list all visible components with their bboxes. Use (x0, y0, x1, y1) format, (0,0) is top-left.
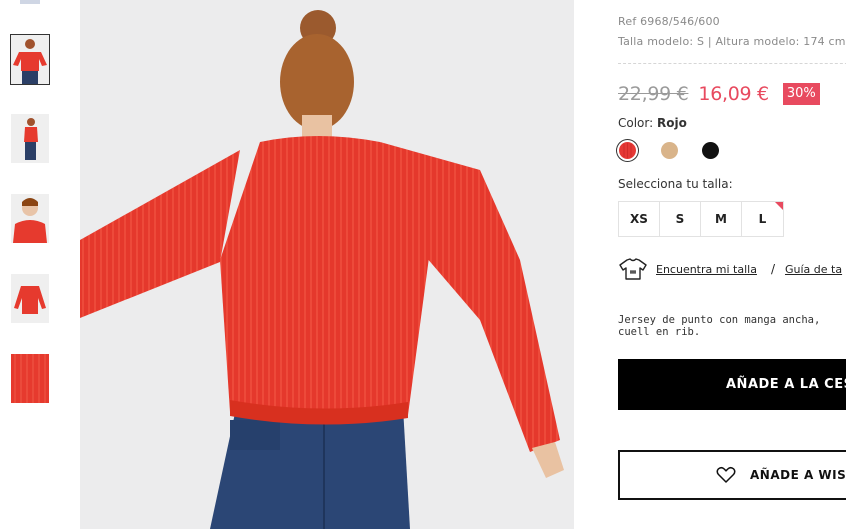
find-my-size-link[interactable]: Encuentra mi talla (656, 263, 757, 276)
thumbnail-partial[interactable] (20, 0, 40, 4)
color-value: Rojo (657, 116, 687, 130)
thumbnail-flat-lay[interactable] (11, 274, 49, 323)
color-label-row: Color: Rojo (618, 116, 687, 130)
low-stock-marker (775, 202, 783, 210)
tshirt-icon (618, 257, 648, 281)
size-m-button[interactable]: M (701, 202, 742, 236)
size-help-row: Encuentra mi talla / Guía de ta (618, 257, 842, 281)
color-swatch-black[interactable] (702, 142, 719, 159)
size-selector: XS S M L (618, 201, 784, 237)
size-xs-button[interactable]: XS (619, 202, 660, 236)
color-swatch-beige[interactable] (661, 142, 678, 159)
link-separator: / (770, 262, 775, 276)
color-label: Color: (618, 116, 654, 130)
product-description: Jersey de punto con manga ancha, cuell e… (618, 314, 821, 338)
add-to-cart-button[interactable]: AÑADE A LA CES (618, 359, 846, 410)
size-s-button[interactable]: S (660, 202, 701, 236)
main-product-image[interactable] (80, 0, 574, 529)
sale-price: 16,09 € (698, 83, 769, 105)
add-to-wishlist-button[interactable]: AÑADE A WISHL (618, 450, 846, 500)
product-details: Ref 6968/546/600 Talla modelo: S | Altur… (618, 0, 846, 529)
product-reference: Ref 6968/546/600 (618, 15, 720, 28)
thumbnail-front-closeup[interactable] (11, 194, 49, 243)
thumbnail-back-view[interactable] (10, 34, 50, 85)
model-info: Talla modelo: S | Altura modelo: 174 cm (618, 35, 846, 48)
size-guide-link[interactable]: Guía de ta (785, 263, 842, 276)
thumbnail-strip (0, 0, 60, 529)
heart-icon (716, 466, 736, 487)
color-swatch-red[interactable] (619, 142, 636, 159)
divider (618, 63, 846, 64)
add-to-wishlist-label: AÑADE A WISHL (750, 468, 846, 482)
size-label: Selecciona tu talla: (618, 177, 733, 191)
thumbnail-side-view[interactable] (11, 114, 49, 163)
original-price: 22,99 € (618, 83, 689, 105)
price-row: 22,99 € 16,09 € 30% (618, 80, 820, 108)
size-l-label: L (758, 212, 767, 226)
thumbnail-fabric-detail[interactable] (11, 354, 49, 403)
discount-badge: 30% (782, 83, 820, 105)
size-l-button[interactable]: L (742, 202, 783, 236)
